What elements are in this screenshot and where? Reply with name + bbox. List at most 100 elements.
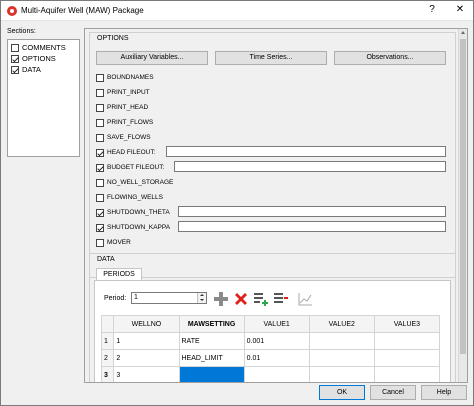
column-header-value3[interactable]: VALUE3 (373, 315, 441, 333)
table-cell[interactable] (308, 349, 375, 367)
option-checkbox[interactable] (96, 163, 104, 172)
option-shutdown-kappa[interactable]: SHUTDOWN_KAPPA (96, 222, 170, 233)
option-boundnames[interactable]: BOUNDNAMES (96, 72, 154, 83)
row-header[interactable]: 1 (100, 332, 115, 350)
option-label: PRINT_INPUT (107, 89, 150, 96)
help-button[interactable]: Help (421, 385, 467, 400)
option-label: PRINT_HEAD (107, 104, 149, 111)
period-spinbox[interactable]: 1 (131, 292, 207, 304)
vertical-scrollbar[interactable] (458, 29, 467, 382)
shutdown-theta-input[interactable] (178, 206, 446, 217)
option-head-fileout[interactable]: HEAD FILEOUT: (96, 147, 155, 158)
option-checkbox[interactable] (96, 238, 104, 247)
periods-table: WELLNO MAWSETTING VALUE1 VALUE2 VALUE3 1… (100, 315, 441, 382)
section-item-comments[interactable]: COMMENTS (11, 42, 66, 53)
section-label: DATA (22, 65, 41, 74)
app-icon (7, 6, 17, 16)
table-row: 3 3 (100, 366, 441, 382)
table-cell[interactable]: RATE (178, 332, 245, 350)
option-print-input[interactable]: PRINT_INPUT (96, 87, 150, 98)
data-group-title: DATA (96, 256, 116, 263)
data-group: DATA PERIODS Period: 1 WELLNO MAWSETTING… (89, 253, 456, 382)
remove-rows-icon[interactable] (273, 291, 289, 307)
table-cell[interactable] (308, 366, 375, 382)
section-checkbox[interactable] (11, 43, 19, 52)
option-label: BUDGET FILEOUT: (107, 164, 165, 171)
selected-table-cell[interactable] (178, 366, 245, 382)
scroll-up-icon[interactable] (461, 31, 465, 34)
option-shutdown-theta[interactable]: SHUTDOWN_THETA (96, 207, 170, 218)
table-row: 1 1 RATE 0.001 (100, 332, 441, 350)
column-header-value1[interactable]: VALUE1 (243, 315, 310, 333)
period-label: Period: (104, 295, 127, 302)
table-cell[interactable] (243, 366, 310, 382)
shutdown-kappa-input[interactable] (178, 221, 446, 232)
table-cell[interactable] (373, 366, 441, 382)
sections-label: Sections: (7, 28, 36, 35)
option-print-flows[interactable]: PRINT_FLOWS (96, 117, 153, 128)
table-cell[interactable] (373, 349, 441, 367)
option-print-head[interactable]: PRINT_HEAD (96, 102, 148, 113)
option-label: SHUTDOWN_THETA (107, 209, 170, 216)
table-cell[interactable]: 3 (113, 366, 180, 382)
auxiliary-variables-button[interactable]: Auxiliary Variables... (96, 51, 208, 65)
option-mover[interactable]: MOVER (96, 237, 131, 248)
option-label: BOUNDNAMES (107, 74, 154, 81)
section-item-options[interactable]: OPTIONS (11, 53, 56, 64)
section-item-data[interactable]: DATA (11, 64, 41, 75)
chart-icon[interactable] (297, 291, 313, 307)
column-header-mawsetting[interactable]: MAWSETTING (178, 315, 245, 333)
option-checkbox[interactable] (96, 118, 104, 127)
ok-button[interactable]: OK (319, 385, 365, 400)
table-cell[interactable] (373, 332, 441, 350)
add-row-icon[interactable] (213, 291, 229, 307)
table-cell[interactable]: 2 (113, 349, 180, 367)
option-checkbox[interactable] (96, 133, 104, 142)
row-header[interactable]: 2 (100, 349, 115, 367)
observations-button[interactable]: Observations... (334, 51, 446, 65)
option-no-well-storage[interactable]: NO_WELL_STORAGE (96, 177, 173, 188)
content-scroll-area: OPTIONS Auxiliary Variables... Time Seri… (84, 28, 468, 383)
section-checkbox[interactable] (11, 65, 19, 74)
option-budget-fileout[interactable]: BUDGET FILEOUT: (96, 162, 164, 173)
option-checkbox[interactable] (96, 103, 104, 112)
insert-row-icon[interactable] (253, 291, 269, 307)
section-label: OPTIONS (22, 54, 56, 63)
column-header-wellno[interactable]: WELLNO (113, 315, 180, 333)
option-label: PRINT_FLOWS (107, 119, 154, 126)
option-label: SAVE_FLOWS (107, 134, 151, 141)
option-flowing-wells[interactable]: FLOWING_WELLS (96, 192, 163, 203)
table-cell[interactable]: HEAD_LIMIT (178, 349, 245, 367)
spin-arrows-icon[interactable] (197, 293, 206, 303)
column-header-value2[interactable]: VALUE2 (308, 315, 375, 333)
cancel-button[interactable]: Cancel (370, 385, 416, 400)
section-checkbox[interactable] (11, 54, 19, 63)
option-checkbox[interactable] (96, 208, 104, 217)
budget-fileout-input[interactable] (174, 161, 446, 172)
table-cell[interactable]: 0.01 (243, 349, 310, 367)
option-checkbox[interactable] (96, 178, 104, 187)
table-cell[interactable]: 0.001 (243, 332, 310, 350)
window-title: Multi-Aquifer Well (MAW) Package (21, 6, 144, 15)
table-cell[interactable]: 1 (113, 332, 180, 350)
option-checkbox[interactable] (96, 148, 104, 157)
delete-row-icon[interactable] (233, 291, 249, 307)
maw-package-dialog: Multi-Aquifer Well (MAW) Package ? ✕ Sec… (0, 0, 474, 406)
time-series-button[interactable]: Time Series... (215, 51, 327, 65)
option-checkbox[interactable] (96, 193, 104, 202)
option-checkbox[interactable] (96, 88, 104, 97)
table-header-row: WELLNO MAWSETTING VALUE1 VALUE2 VALUE3 (100, 315, 441, 333)
option-checkbox[interactable] (96, 73, 104, 82)
help-icon[interactable]: ? (425, 4, 439, 15)
option-label: FLOWING_WELLS (107, 194, 163, 201)
scroll-thumb[interactable] (460, 39, 466, 354)
table-row: 2 2 HEAD_LIMIT 0.01 (100, 349, 441, 367)
option-label: MOVER (107, 239, 131, 246)
head-fileout-input[interactable] (166, 146, 446, 157)
option-checkbox[interactable] (96, 223, 104, 232)
table-cell[interactable] (308, 332, 375, 350)
option-save-flows[interactable]: SAVE_FLOWS (96, 132, 151, 143)
row-header[interactable]: 3 (100, 366, 115, 382)
period-value: 1 (134, 294, 138, 301)
close-icon[interactable]: ✕ (453, 4, 467, 15)
